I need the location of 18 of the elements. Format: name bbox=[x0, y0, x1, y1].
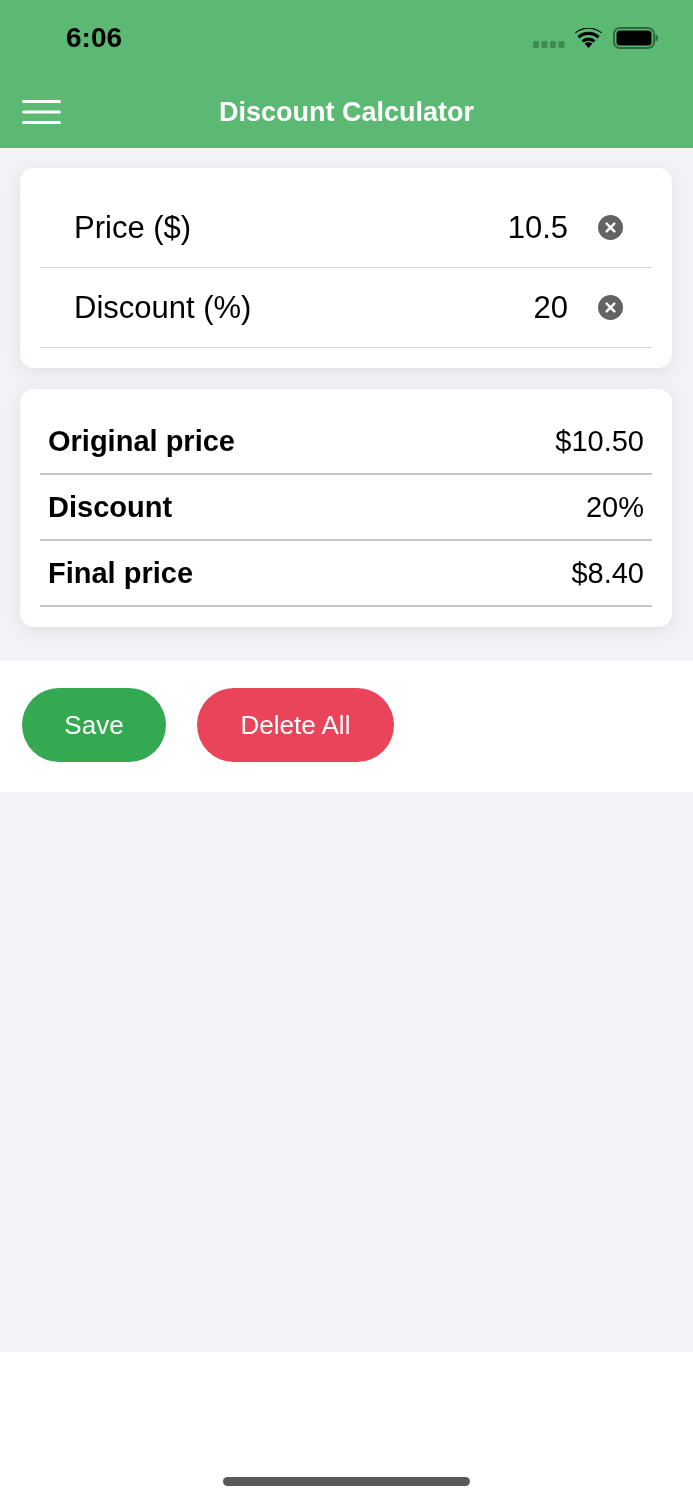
clear-icon[interactable] bbox=[598, 295, 623, 320]
field-label: Price ($) bbox=[74, 209, 192, 246]
battery-icon bbox=[613, 27, 658, 49]
wifi-icon bbox=[575, 28, 602, 48]
status-time: 6:06 bbox=[66, 22, 123, 54]
signal-icon bbox=[533, 40, 565, 48]
result-label: Discount bbox=[48, 490, 173, 524]
field-label: Discount (%) bbox=[74, 289, 252, 326]
screen-title: Discount Calculator bbox=[218, 96, 474, 129]
input-field[interactable]: 20 bbox=[275, 289, 568, 326]
clear-icon[interactable] bbox=[598, 215, 623, 240]
input-field[interactable]: 10.5 bbox=[215, 209, 568, 246]
result-value: $10.50 bbox=[555, 424, 644, 458]
result-value: $8.40 bbox=[571, 556, 644, 590]
result-label: Final price bbox=[48, 556, 194, 590]
delete-all-button[interactable]: Delete All bbox=[197, 688, 394, 762]
result-value: 20% bbox=[585, 490, 644, 524]
result-label: Original price bbox=[48, 424, 235, 458]
